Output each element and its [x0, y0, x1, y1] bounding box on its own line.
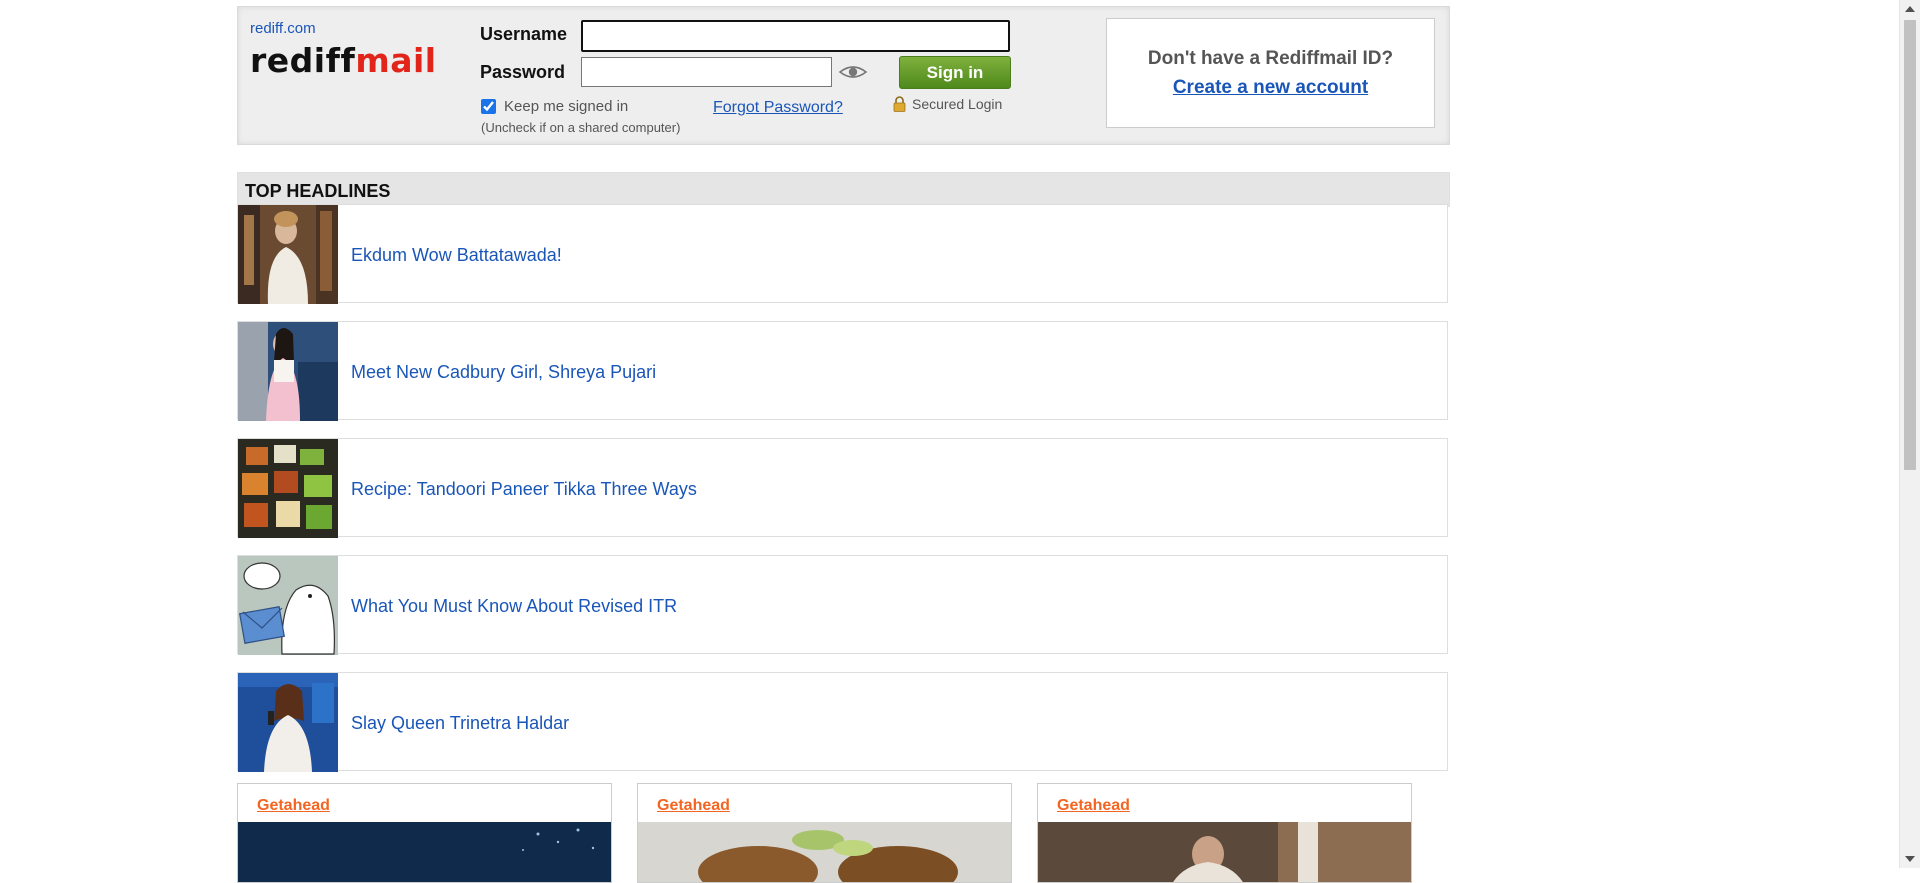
forgot-password-link[interactable]: Forgot Password?	[713, 99, 843, 117]
headline-link[interactable]: Slay Queen Trinetra Haldar	[351, 713, 569, 734]
lock-icon	[893, 96, 906, 112]
headline-item[interactable]: What You Must Know About Revised ITR	[237, 555, 1448, 655]
create-account-link[interactable]: Create a new account	[1107, 77, 1434, 99]
shared-computer-note: (Uncheck if on a shared computer)	[481, 120, 681, 135]
getahead-link[interactable]: Getahead	[1057, 797, 1130, 815]
top-headlines-header: TOP HEADLINES	[237, 172, 1450, 207]
scroll-down-arrow-icon[interactable]	[1905, 856, 1915, 862]
show-password-eye-icon[interactable]	[838, 62, 868, 82]
scroll-up-arrow-icon[interactable]	[1905, 6, 1915, 12]
headline-thumbnail[interactable]	[238, 322, 338, 421]
page-container: rediff.com rediffmail Username Password …	[237, 6, 1450, 883]
headline-thumbnail[interactable]	[238, 439, 338, 538]
headline-link[interactable]: Recipe: Tandoori Paneer Tikka Three Ways	[351, 479, 697, 500]
getahead-card[interactable]: Getahead	[1037, 783, 1412, 883]
create-account-box: Don't have a Rediffmail ID? Create a new…	[1106, 18, 1435, 128]
vertical-scrollbar[interactable]	[1899, 0, 1920, 868]
getahead-image[interactable]	[1038, 822, 1412, 883]
username-input[interactable]	[581, 20, 1010, 52]
keep-signed-in-checkbox[interactable]	[481, 99, 496, 114]
headline-item[interactable]: Recipe: Tandoori Paneer Tikka Three Ways	[237, 438, 1448, 538]
headline-link[interactable]: Ekdum Wow Battatawada!	[351, 245, 562, 266]
password-input[interactable]	[581, 57, 832, 87]
headline-item[interactable]: Meet New Cadbury Girl, Shreya Pujari	[237, 321, 1448, 421]
secured-login-label: Secured Login	[912, 96, 1003, 112]
keep-signed-in-label: Keep me signed in	[504, 98, 629, 115]
headline-link[interactable]: Meet New Cadbury Girl, Shreya Pujari	[351, 362, 656, 383]
getahead-link[interactable]: Getahead	[257, 797, 330, 815]
headline-thumbnail[interactable]	[238, 205, 338, 304]
scrollbar-thumb[interactable]	[1904, 20, 1916, 470]
top-headlines-title: TOP HEADLINES	[245, 181, 391, 201]
secured-login: Secured Login	[893, 96, 1002, 112]
getahead-image[interactable]	[238, 822, 612, 883]
keep-signed-in[interactable]: Keep me signed in	[481, 98, 628, 115]
headline-link[interactable]: What You Must Know About Revised ITR	[351, 596, 677, 617]
rediff-home-link[interactable]: rediff.com	[250, 20, 316, 37]
logo-text-rediff: rediff	[250, 41, 356, 80]
login-panel: rediff.com rediffmail Username Password …	[237, 6, 1450, 145]
headline-thumbnail[interactable]	[238, 673, 338, 772]
rediffmail-logo[interactable]: rediffmail	[250, 41, 437, 80]
headline-item[interactable]: Ekdum Wow Battatawada!	[237, 204, 1448, 304]
no-account-question: Don't have a Rediffmail ID?	[1147, 48, 1394, 69]
getahead-link[interactable]: Getahead	[657, 797, 730, 815]
sign-in-button[interactable]: Sign in	[899, 56, 1011, 89]
password-label: Password	[480, 62, 566, 82]
getahead-card[interactable]: Getahead	[637, 783, 1012, 883]
getahead-image[interactable]	[638, 822, 1012, 883]
getahead-card[interactable]: Getahead	[237, 783, 612, 883]
headline-item[interactable]: Slay Queen Trinetra Haldar	[237, 672, 1448, 772]
headline-thumbnail[interactable]	[238, 556, 338, 655]
logo-text-mail: mail	[355, 41, 437, 80]
username-label: Username	[480, 24, 568, 44]
